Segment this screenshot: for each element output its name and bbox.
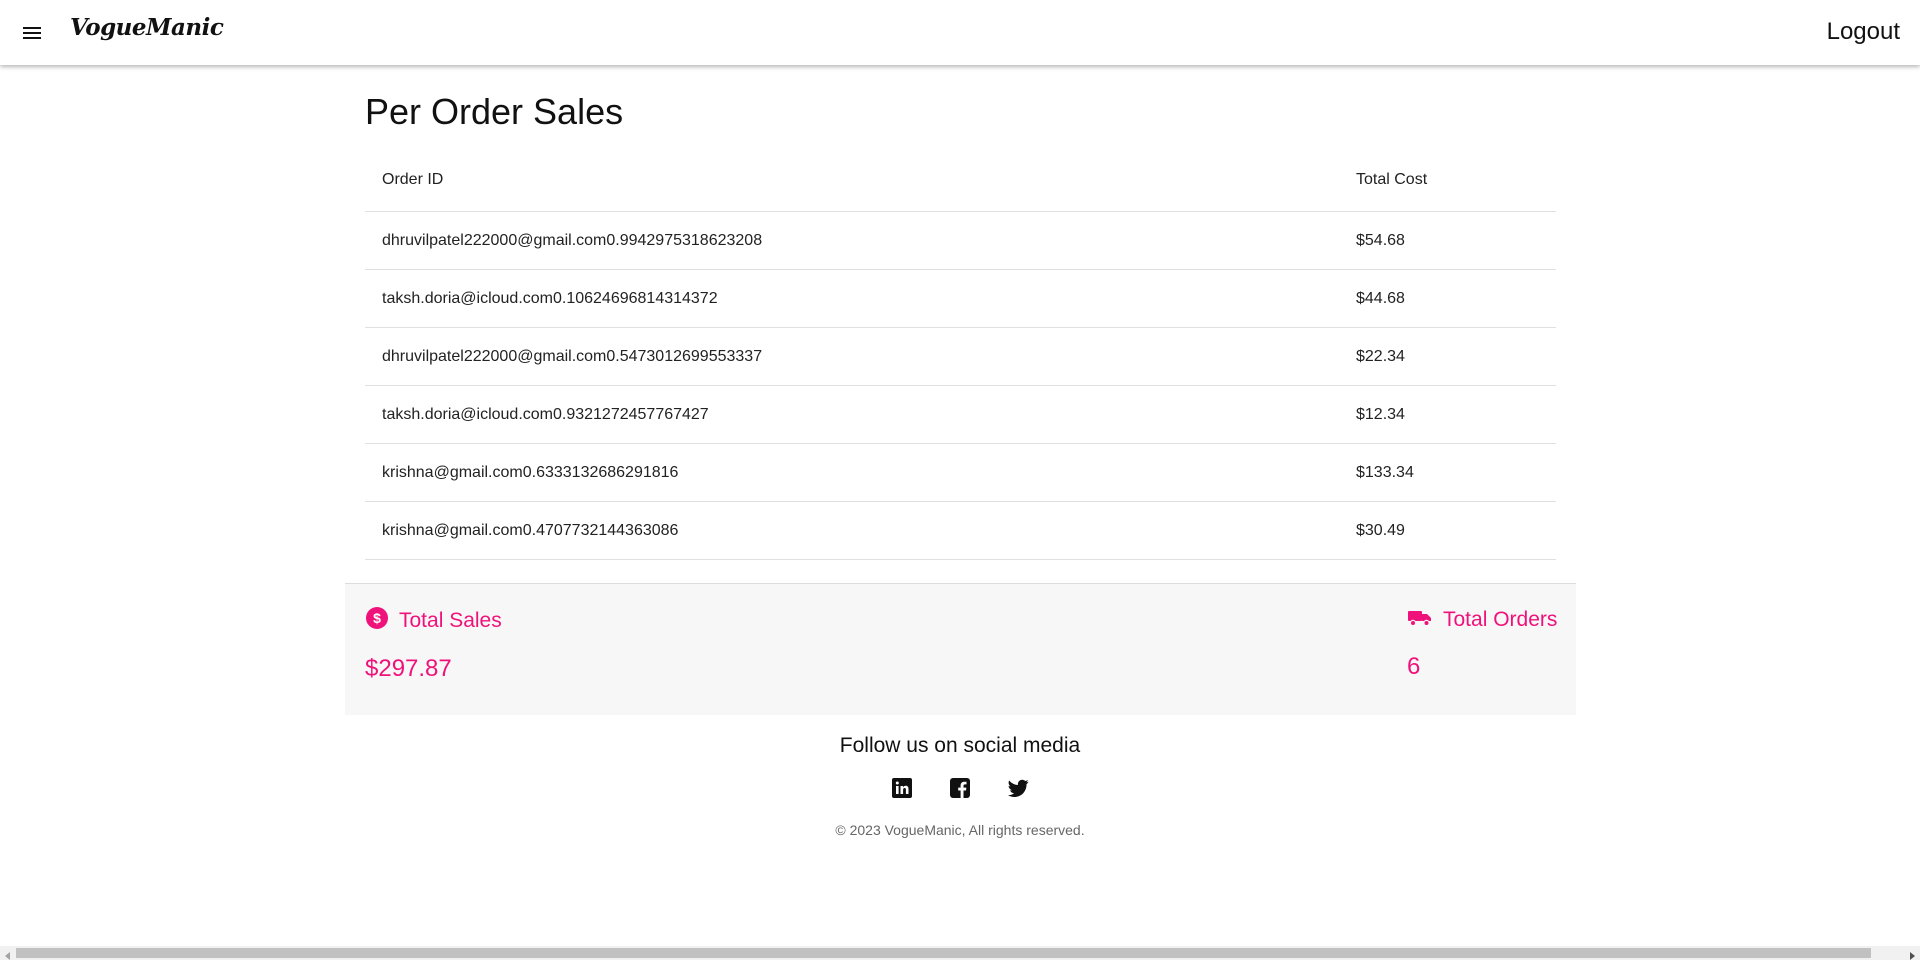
facebook-icon[interactable] [948,776,972,800]
scroll-right-arrow-icon[interactable] [1907,948,1917,960]
table-row: dhruvilpatel222000@gmail.com0.9942975318… [365,211,1556,270]
table-row: krishna@gmail.com0.6333132686291816 $133… [365,443,1556,502]
total-cost-cell: $44.68 [1339,269,1556,328]
menu-icon[interactable] [18,20,48,46]
main-content: Per Order Sales Order ID Total Cost dhru… [365,65,1556,560]
column-header-total-cost: Total Cost [1339,149,1556,212]
order-id-cell: dhruvilpatel222000@gmail.com0.9942975318… [365,211,1339,270]
table-row: krishna@gmail.com0.4707732144363086 $30.… [365,501,1556,560]
scroll-left-arrow-icon[interactable] [3,948,13,960]
dollar-icon: $ [365,606,389,635]
table-row: dhruvilpatel222000@gmail.com0.5473012699… [365,327,1556,386]
social-links [0,776,1920,800]
table-row: taksh.doria@icloud.com0.1062469681431437… [365,269,1556,328]
column-header-order-id: Order ID [365,149,1339,212]
sales-summary-panel: $ Total Sales $297.87 Total Orders 6 [345,583,1576,715]
truck-icon [1407,606,1433,633]
orders-table: Order ID Total Cost dhruvilpatel222000@g… [365,149,1556,560]
follow-us-text: Follow us on social media [839,734,1081,757]
order-id-cell: krishna@gmail.com0.4707732144363086 [365,501,1339,560]
footer: Follow us on social media © 2023 VogueMa… [0,734,1920,838]
total-cost-cell: $54.68 [1339,211,1556,270]
order-id-cell: taksh.doria@icloud.com0.9321272457767427 [365,385,1339,444]
table-header-row: Order ID Total Cost [365,149,1556,212]
linkedin-icon[interactable] [890,776,914,800]
total-orders-label: Total Orders [1443,607,1558,631]
total-sales-value: $297.87 [365,655,452,682]
total-cost-cell: $30.49 [1339,501,1556,560]
twitter-icon[interactable] [1006,776,1030,800]
total-orders-value: 6 [1407,653,1421,680]
total-cost-cell: $22.34 [1339,327,1556,386]
total-cost-cell: $12.34 [1339,385,1556,444]
total-sales-label: Total Sales [399,608,502,632]
total-sales-card: $ Total Sales $297.87 [365,606,502,683]
copyright-text: © 2023 VogueManic, All rights reserved. [835,822,1085,838]
order-id-cell: taksh.doria@icloud.com0.1062469681431437… [365,269,1339,328]
svg-text:$: $ [373,610,381,626]
total-orders-card: Total Orders 6 [1407,606,1557,681]
horizontal-scrollbar[interactable] [0,946,1920,960]
scrollbar-thumb[interactable] [16,948,1871,958]
order-id-cell: krishna@gmail.com0.6333132686291816 [365,443,1339,502]
app-bar: VogueManic Logout [0,0,1920,65]
order-id-cell: dhruvilpatel222000@gmail.com0.5473012699… [365,327,1339,386]
brand-logo[interactable]: VogueManic [70,14,224,41]
total-cost-cell: $133.34 [1339,443,1556,502]
table-row: taksh.doria@icloud.com0.9321272457767427… [365,385,1556,444]
page-title: Per Order Sales [365,91,624,132]
logout-button[interactable]: Logout [1827,18,1900,46]
